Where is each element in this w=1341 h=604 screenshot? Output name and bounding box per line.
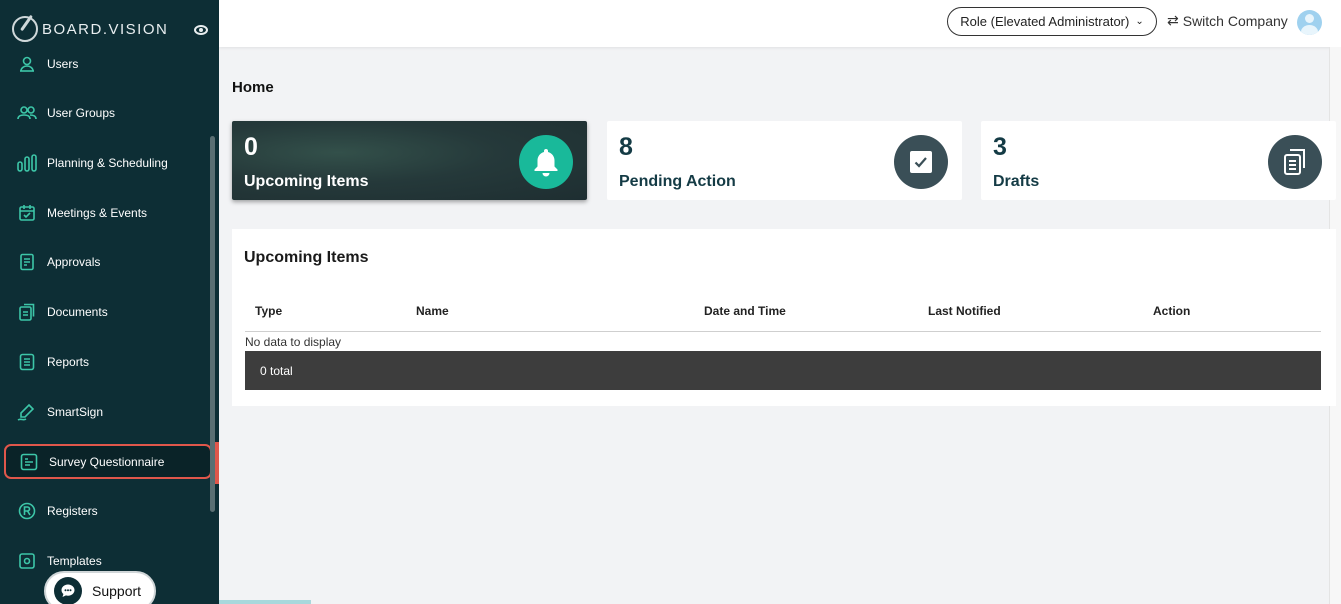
sidebar: BOARD.VISION Users User Groups Planning … xyxy=(0,0,219,604)
sidebar-item-users[interactable]: Users xyxy=(4,48,212,80)
sidebar-item-label: Approvals xyxy=(47,255,101,269)
role-dropdown[interactable]: Role (Elevated Administrator) ⌄ xyxy=(947,7,1157,36)
survey-icon xyxy=(19,452,39,472)
support-label: Support xyxy=(92,583,142,599)
drafts-card[interactable]: 3 Drafts xyxy=(981,121,1336,200)
sidebar-item-user-groups[interactable]: User Groups xyxy=(4,97,212,129)
switch-company-button[interactable]: ⇄ Switch Company xyxy=(1167,12,1288,29)
avatar[interactable] xyxy=(1297,10,1322,35)
sidebar-item-planning-scheduling[interactable]: Planning & Scheduling xyxy=(4,147,212,179)
registered-icon xyxy=(17,501,37,521)
brand-name: BOARD.VISION xyxy=(42,20,169,38)
column-header-date-time[interactable]: Date and Time xyxy=(704,304,786,318)
eye-toggle-icon[interactable] xyxy=(194,25,208,35)
sidebar-item-label: SmartSign xyxy=(47,405,104,419)
brand-logo[interactable]: BOARD.VISION xyxy=(12,16,168,42)
sidebar-item-label: Meetings & Events xyxy=(47,206,148,220)
active-item-marker xyxy=(215,442,219,484)
panel-title: Upcoming Items xyxy=(244,249,369,266)
sidebar-item-documents[interactable]: Documents xyxy=(4,296,212,328)
table-header-divider xyxy=(245,331,1321,332)
role-label: Role (Elevated Administrator) xyxy=(960,14,1130,29)
calendar-check-icon xyxy=(17,203,37,223)
bottom-scroll-indicator xyxy=(219,600,311,604)
user-icon xyxy=(17,54,37,74)
upcoming-items-card[interactable]: 0 Upcoming Items xyxy=(232,121,587,200)
swap-icon: ⇄ xyxy=(1167,12,1179,28)
document-list-icon xyxy=(17,252,37,272)
sidebar-item-label: Survey Questionnaire xyxy=(49,454,165,469)
page-title: Home xyxy=(232,79,274,96)
checkbox-icon xyxy=(894,135,948,189)
sidebar-item-meetings-events[interactable]: Meetings & Events xyxy=(4,197,212,229)
column-header-last-notified[interactable]: Last Notified xyxy=(928,304,1001,318)
card-value: 8 xyxy=(619,133,633,161)
card-value: 3 xyxy=(993,133,1007,161)
card-value: 0 xyxy=(244,133,258,161)
report-list-icon xyxy=(17,352,37,372)
sidebar-item-survey-questionnaire[interactable]: Survey Questionnaire xyxy=(4,444,212,479)
column-header-type[interactable]: Type xyxy=(255,304,282,318)
top-bar: Role (Elevated Administrator) ⌄ ⇄ Switch… xyxy=(219,0,1341,47)
template-icon xyxy=(17,551,37,571)
sidebar-item-approvals[interactable]: Approvals xyxy=(4,246,212,278)
upcoming-items-panel: Upcoming Items Type Name Date and Time L… xyxy=(232,229,1336,406)
chevron-down-icon: ⌄ xyxy=(1135,16,1144,27)
chat-bubble-icon xyxy=(54,577,82,604)
card-label: Upcoming Items xyxy=(244,173,369,190)
users-icon xyxy=(17,103,37,123)
sidebar-item-label: Users xyxy=(47,57,79,71)
drafts-icon xyxy=(1268,135,1322,189)
support-button[interactable]: Support xyxy=(44,571,156,604)
sidebar-item-reports[interactable]: Reports xyxy=(4,346,212,378)
card-label: Pending Action xyxy=(619,173,736,190)
pending-action-card[interactable]: 8 Pending Action xyxy=(607,121,962,200)
sidebar-item-smartsign[interactable]: SmartSign xyxy=(4,396,212,428)
table-footer: 0 total xyxy=(245,351,1321,390)
card-label: Drafts xyxy=(993,173,1040,190)
sidebar-item-label: User Groups xyxy=(47,106,116,120)
column-header-name[interactable]: Name xyxy=(416,304,449,318)
bar-chart-icon xyxy=(17,153,37,173)
sidebar-item-label: Reports xyxy=(47,355,90,369)
sidebar-item-label: Templates xyxy=(47,554,102,568)
sidebar-item-registers[interactable]: Registers xyxy=(4,495,212,527)
empty-state-text: No data to display xyxy=(245,335,342,349)
column-header-action[interactable]: Action xyxy=(1153,304,1190,318)
logo-icon xyxy=(12,16,38,42)
sidebar-item-label: Planning & Scheduling xyxy=(47,156,168,170)
documents-icon xyxy=(17,302,37,322)
switch-company-label: Switch Company xyxy=(1182,12,1288,29)
sidebar-item-label: Documents xyxy=(47,305,108,319)
bell-icon xyxy=(519,135,573,189)
sidebar-item-label: Registers xyxy=(47,504,98,518)
total-count: 0 total xyxy=(260,363,293,378)
signature-pen-icon xyxy=(17,402,37,422)
